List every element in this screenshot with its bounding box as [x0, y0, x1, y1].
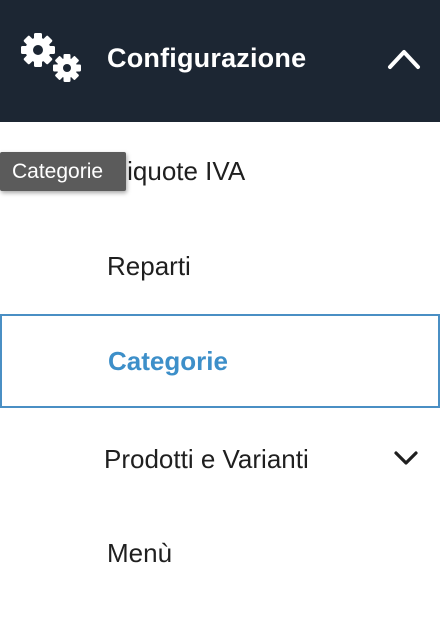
tooltip: Categorie	[0, 152, 126, 191]
chevron-up-icon[interactable]	[386, 44, 422, 72]
menu-item-label: Menù	[107, 538, 173, 568]
menu-item-label: Reparti	[107, 251, 191, 281]
menu-item-prodotti-e-varianti[interactable]: Prodotti e Varianti	[0, 410, 440, 504]
menu-item-label: Categorie	[108, 346, 228, 376]
menu-item-menu[interactable]: Menù	[0, 506, 440, 600]
menu-item-reparti[interactable]: Reparti	[0, 219, 440, 313]
sidebar-panel: Configurazione Aliquote IVA Reparti Cate…	[0, 0, 440, 618]
chevron-down-icon[interactable]	[392, 447, 420, 469]
menu-item-categorie[interactable]: Categorie	[0, 314, 440, 408]
header-title: Configurazione	[107, 43, 307, 73]
gears-icon	[21, 33, 81, 82]
configuration-header[interactable]: Configurazione	[0, 0, 440, 122]
menu-item-label: Prodotti e Varianti	[104, 444, 309, 474]
